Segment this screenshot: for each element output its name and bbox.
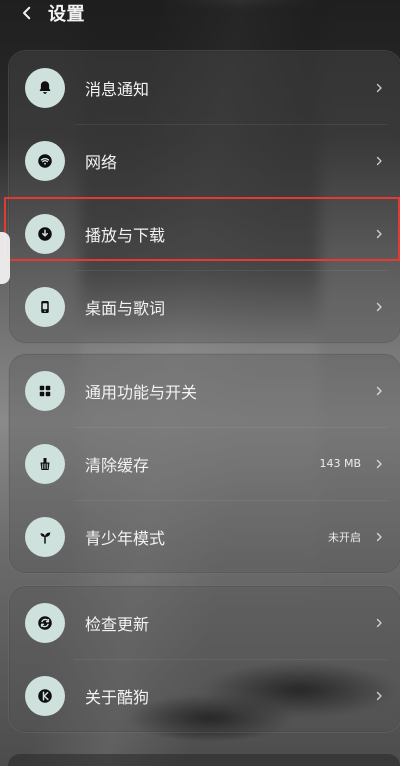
chevron-right-icon — [376, 302, 382, 311]
row-label: 播放与下载 — [85, 225, 166, 245]
next-card-edge — [8, 754, 400, 766]
icon-badge — [25, 213, 65, 254]
cache-size-value: 143 MB — [319, 457, 361, 470]
settings-row-playback-download[interactable]: 播放与下载 — [9, 197, 400, 270]
chevron-right-icon — [376, 386, 382, 395]
icon-badge — [25, 602, 65, 643]
page-title: 设置 — [48, 4, 85, 25]
settings-row-teen-mode[interactable]: 青少年模式 未开启 — [9, 500, 400, 573]
settings-row-notifications[interactable]: 消息通知 — [9, 51, 400, 124]
chevron-right-icon — [376, 532, 382, 541]
grid-icon — [39, 385, 51, 396]
settings-group-1: 消息通知 网络 播放与下载 桌面与歌词 — [8, 50, 400, 344]
top-bar: 设置 — [0, 0, 400, 26]
back-arrow-icon — [23, 6, 31, 20]
settings-row-desktop-lyrics[interactable]: 桌面与歌词 — [9, 270, 400, 343]
icon-badge — [25, 516, 65, 557]
row-label: 检查更新 — [85, 614, 150, 634]
settings-row-clear-cache[interactable]: 清除缓存 143 MB — [9, 427, 400, 500]
row-label: 关于酷狗 — [85, 687, 150, 707]
settings-row-check-update[interactable]: 检查更新 — [9, 586, 400, 659]
row-label: 清除缓存 — [85, 455, 150, 475]
chevron-right-icon — [376, 156, 382, 165]
chevron-right-icon — [376, 229, 382, 238]
wifi-icon — [38, 153, 52, 168]
sync-icon — [38, 615, 52, 630]
icon-badge — [25, 140, 65, 181]
chevron-right-icon — [376, 459, 382, 468]
broom-icon — [40, 457, 50, 470]
icon-badge — [25, 443, 65, 484]
settings-row-general-switches[interactable]: 通用功能与开关 — [9, 354, 400, 427]
row-label: 桌面与歌词 — [85, 298, 166, 318]
row-label: 通用功能与开关 — [85, 382, 198, 402]
chevron-right-icon — [376, 83, 382, 92]
lyrics-desktop-icon — [41, 300, 49, 313]
download-icon — [38, 226, 52, 241]
about-k-icon — [38, 688, 52, 703]
icon-badge — [25, 67, 65, 108]
row-label: 青少年模式 — [85, 528, 166, 548]
teen-mode-status: 未开启 — [328, 530, 361, 544]
row-label: 网络 — [85, 152, 118, 172]
chevron-right-icon — [376, 691, 382, 700]
icon-badge — [25, 370, 65, 411]
settings-group-3: 检查更新 关于酷狗 — [8, 585, 400, 733]
icon-badge — [25, 675, 65, 716]
side-drag-handle[interactable] — [0, 232, 10, 284]
settings-row-network[interactable]: 网络 — [9, 124, 400, 197]
row-label: 消息通知 — [85, 79, 150, 99]
bell-icon — [39, 80, 51, 94]
icon-badge — [25, 286, 65, 327]
settings-row-about[interactable]: 关于酷狗 — [9, 659, 400, 732]
chevron-right-icon — [376, 618, 382, 627]
back-button[interactable] — [16, 2, 38, 24]
settings-group-2: 通用功能与开关 清除缓存 143 MB 青少年模式 未开启 — [8, 353, 400, 574]
sprout-icon — [40, 532, 51, 544]
